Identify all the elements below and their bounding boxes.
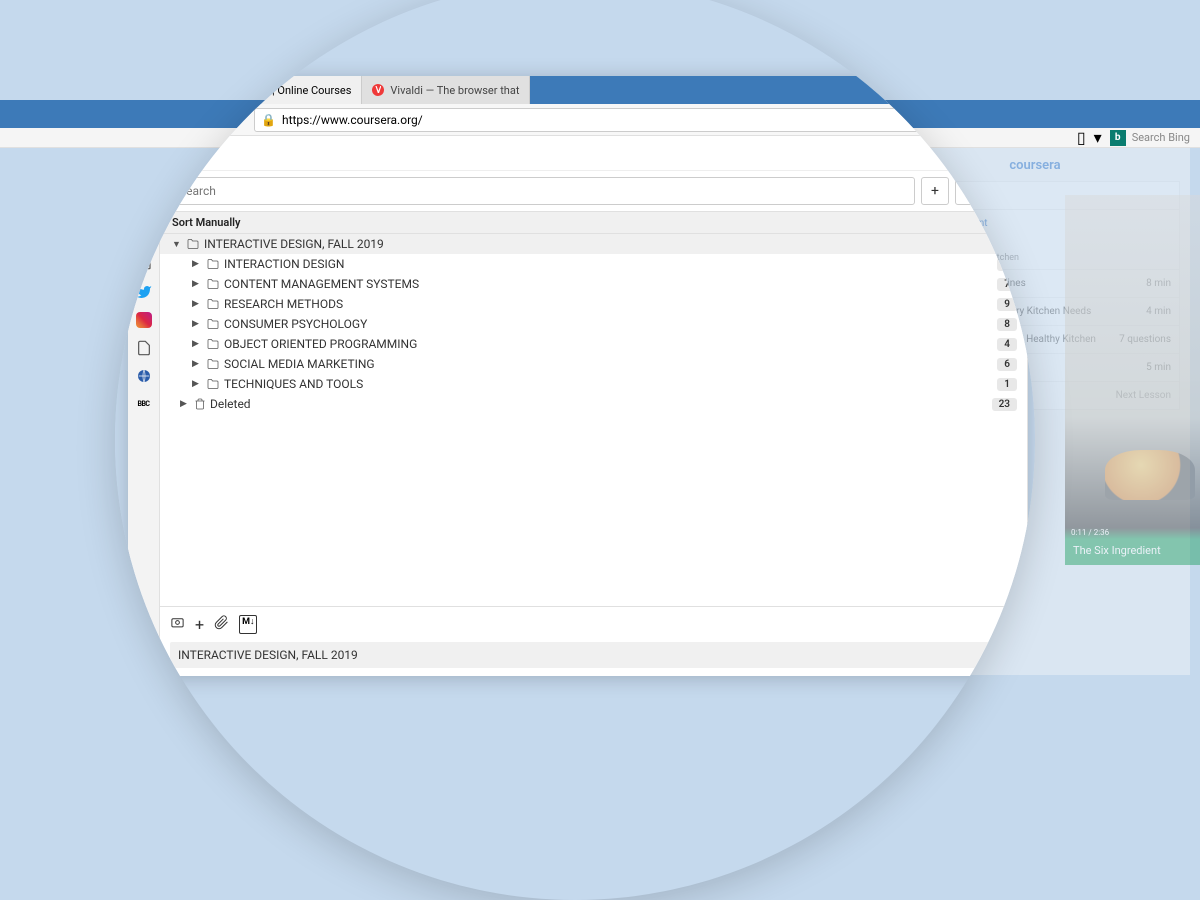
twitter-panel-icon[interactable] [134, 282, 154, 302]
new-folder-button[interactable] [989, 177, 1017, 205]
bbc-panel-icon[interactable]: BBC [134, 394, 154, 414]
folder-icon [206, 258, 220, 270]
tree-item[interactable]: ▶TECHNIQUES AND TOOLS1 [160, 374, 1027, 394]
globe-panel-icon[interactable] [134, 366, 154, 386]
panel-title: Notes [160, 136, 1027, 171]
collapse-arrow-icon[interactable]: ▶ [192, 279, 202, 289]
folder-icon [206, 338, 220, 350]
notes-tree: ▼ INTERACTIVE DESIGN, FALL 2019 7 ▶INTER… [160, 234, 1027, 606]
tab-label: Vivaldi — The browser that [390, 84, 519, 97]
notes-panel: Notes + − Sort Manually ▼ INTERACTIVE DE… [160, 136, 1028, 676]
lock-icon: 🔒 [261, 113, 276, 127]
coursera-favicon-icon: ∞ [205, 83, 219, 97]
forward-button[interactable] [164, 108, 188, 132]
bookmarks-panel-icon[interactable] [134, 142, 154, 162]
tree-item[interactable]: ▶RESEARCH METHODS9 [160, 294, 1027, 314]
bg-search-placeholder: Search Bing [1132, 131, 1190, 144]
collapse-arrow-icon[interactable]: ▶ [180, 399, 190, 409]
collapse-arrow-icon[interactable]: ▶ [192, 319, 202, 329]
screenshot-button[interactable] [170, 615, 185, 634]
tree-item[interactable]: ▶SOCIAL MEDIA MARKETING6 [160, 354, 1027, 374]
tab-label: Coursera | Online Courses [225, 84, 351, 97]
maximize-window-icon[interactable] [172, 85, 183, 96]
collapse-arrow-icon[interactable]: ▶ [192, 259, 202, 269]
tree-root-item[interactable]: ▼ INTERACTIVE DESIGN, FALL 2019 7 [160, 234, 1027, 254]
add-panel-button[interactable]: + [134, 656, 154, 676]
folder-icon [206, 378, 220, 390]
downloads-panel-icon[interactable] [134, 170, 154, 190]
attachment-button[interactable] [214, 615, 229, 634]
bing-icon: b [1110, 130, 1126, 146]
tree-deleted-item[interactable]: ▶ Deleted 23 [160, 394, 1027, 414]
instagram-panel-icon[interactable] [134, 310, 154, 330]
tree-item[interactable]: ▶OBJECT ORIENTED PROGRAMMING4 [160, 334, 1027, 354]
window-controls[interactable] [136, 85, 183, 96]
markdown-toggle-button[interactable]: M↓ [239, 615, 257, 634]
tab-strip: ∞ Coursera | Online Courses Vivaldi — Th… [195, 76, 530, 104]
reader-icon: ▯ [1077, 128, 1086, 147]
tree-item[interactable]: ▶INTERACTION DESIGN5 [160, 254, 1027, 274]
tree-item-label: INTERACTIVE DESIGN, FALL 2019 [204, 237, 993, 251]
window-panel-icon[interactable] [134, 254, 154, 274]
trash-icon [194, 397, 206, 411]
notes-search-input[interactable] [170, 177, 915, 205]
browser-toolbar: 🔒 https://www.coursera.org/ [128, 104, 1028, 136]
history-panel-icon[interactable] [134, 226, 154, 246]
folder-icon [186, 238, 200, 250]
collapse-arrow-icon[interactable]: ▶ [192, 359, 202, 369]
bg-video-thumb: The Six Ingredient 0:11 / 2:36 [1065, 195, 1200, 565]
collapse-arrow-icon[interactable]: ▶ [192, 299, 202, 309]
collapse-arrow-icon[interactable]: ▶ [192, 379, 202, 389]
tree-item-count: 7 [997, 238, 1017, 251]
add-attachment-button[interactable]: + [195, 615, 204, 634]
vivaldi-favicon-icon [372, 84, 384, 96]
note-content[interactable]: INTERACTIVE DESIGN, FALL 2019 [170, 642, 1017, 668]
expand-arrow-icon[interactable]: ▼ [172, 239, 182, 250]
note-editor: + M↓ INTERACTIVE DESIGN, FALL 2019 [160, 606, 1027, 676]
collapse-arrow-icon[interactable]: ▶ [192, 339, 202, 349]
magnifier-lens: ∞ Coursera | Online Courses Vivaldi — Th… [115, 0, 1035, 900]
file-panel-icon[interactable] [134, 338, 154, 358]
folder-icon [206, 278, 220, 290]
notes-panel-icon[interactable] [134, 198, 154, 218]
tab-vivaldi[interactable]: Vivaldi — The browser that [362, 76, 530, 104]
back-button[interactable] [136, 108, 160, 132]
bg-search-box: b Search Bing [1110, 130, 1190, 146]
panel-controls: + − [160, 171, 1027, 211]
browser-window: ∞ Coursera | Online Courses Vivaldi — Th… [128, 76, 1028, 676]
remove-note-button[interactable]: − [955, 177, 983, 205]
minimize-window-icon[interactable] [154, 85, 165, 96]
sort-label[interactable]: Sort Manually [160, 211, 1027, 234]
address-bar[interactable]: 🔒 https://www.coursera.org/ [254, 108, 1020, 132]
chevron-down-icon: ▾ [1094, 128, 1102, 147]
tab-coursera[interactable]: ∞ Coursera | Online Courses [195, 76, 362, 104]
url-text: https://www.coursera.org/ [282, 113, 423, 127]
folder-icon [206, 358, 220, 370]
close-window-icon[interactable] [136, 85, 147, 96]
add-note-button[interactable]: + [921, 177, 949, 205]
tree-item[interactable]: ▶CONTENT MANAGEMENT SYSTEMS7 [160, 274, 1027, 294]
reload-button[interactable] [192, 108, 216, 132]
home-button[interactable] [220, 108, 244, 132]
window-titlebar: ∞ Coursera | Online Courses Vivaldi — Th… [128, 76, 1028, 104]
folder-icon [206, 318, 220, 330]
panel-rail: BBC + [128, 136, 160, 676]
tree-item[interactable]: ▶CONSUMER PSYCHOLOGY8 [160, 314, 1027, 334]
folder-icon [206, 298, 220, 310]
